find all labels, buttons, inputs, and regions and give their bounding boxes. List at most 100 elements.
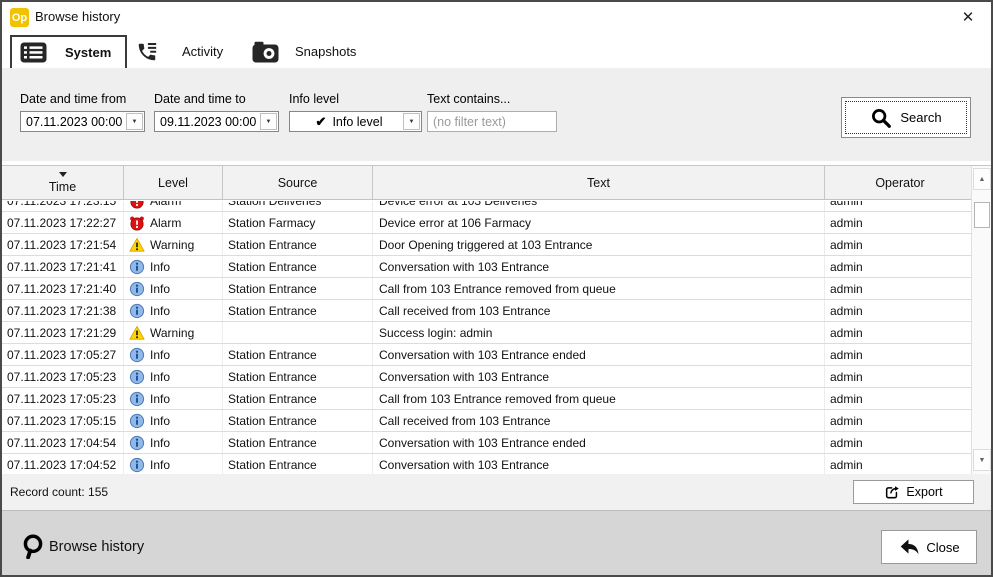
date-to-picker[interactable]: 09.11.2023 00:00 ▼: [154, 111, 279, 132]
table-header: Time Level Source Text Operator: [2, 166, 975, 200]
cell-time: 07.11.2023 17:21:29: [2, 322, 124, 343]
cell-source: Station Entrance: [223, 256, 373, 277]
table-row[interactable]: 07.11.2023 17:22:27 AlarmStation Farmacy…: [2, 212, 975, 234]
date-to-value: 09.11.2023 00:00: [155, 115, 260, 129]
cell-operator: admin: [825, 322, 975, 343]
table-row[interactable]: 07.11.2023 17:21:54 WarningStation Entra…: [2, 234, 975, 256]
info-level-value: Info level: [332, 115, 382, 129]
level-alarm-icon: [129, 215, 145, 231]
cell-text: Device error at 103 Deliveries: [373, 201, 825, 211]
cell-level: Info: [124, 300, 223, 321]
level-info-icon: [129, 413, 145, 429]
level-label: Alarm: [150, 216, 181, 230]
table-row[interactable]: 07.11.2023 17:21:40 InfoStation Entrance…: [2, 278, 975, 300]
status-strip: Record count: 155 Export: [2, 474, 991, 510]
column-header-text[interactable]: Text: [373, 166, 825, 199]
table-body-rows: 07.11.2023 17:23:15 AlarmStation Deliver…: [2, 201, 975, 474]
cell-operator: admin: [825, 278, 975, 299]
cell-source: [223, 322, 373, 343]
cell-text: Door Opening triggered at 103 Entrance: [373, 234, 825, 255]
table-row[interactable]: 07.11.2023 17:05:27 InfoStation Entrance…: [2, 344, 975, 366]
cell-time: 07.11.2023 17:23:15: [2, 201, 124, 211]
info-level-label: Info level: [289, 92, 339, 106]
info-level-select[interactable]: ✔ Info level ▼: [289, 111, 422, 132]
system-list-icon: [20, 42, 47, 63]
cell-level: Info: [124, 410, 223, 431]
cell-level: Info: [124, 366, 223, 387]
column-header-time-label: Time: [49, 180, 76, 194]
export-button[interactable]: Export: [853, 480, 974, 504]
info-level-dropdown-icon[interactable]: ▼: [403, 113, 420, 130]
scroll-up-icon[interactable]: ▲: [973, 168, 991, 190]
table-row[interactable]: 07.11.2023 17:21:38 InfoStation Entrance…: [2, 300, 975, 322]
column-header-time[interactable]: Time: [2, 166, 124, 199]
cell-operator: admin: [825, 366, 975, 387]
level-label: Warning: [150, 326, 194, 340]
tab-activity-label: Activity: [182, 44, 223, 59]
table-row[interactable]: 07.11.2023 17:05:15 InfoStation Entrance…: [2, 410, 975, 432]
vertical-scrollbar[interactable]: ▲ ▼: [971, 166, 991, 474]
browse-history-dialog: Op Browse history ✕ System Activity Snap…: [0, 0, 993, 577]
browse-history-icon: [20, 533, 46, 564]
cell-text: Conversation with 103 Entrance: [373, 366, 825, 387]
text-contains-label: Text contains...: [427, 92, 510, 106]
table-row[interactable]: 07.11.2023 17:23:15 AlarmStation Deliver…: [2, 201, 975, 212]
table-body: 07.11.2023 17:23:15 AlarmStation Deliver…: [2, 201, 975, 474]
window-close-button[interactable]: ✕: [957, 6, 979, 28]
column-header-text-label: Text: [587, 176, 610, 190]
table-row[interactable]: 07.11.2023 17:21:41 Info Station Entrance…: [2, 256, 975, 278]
record-count: Record count: 155: [10, 485, 108, 499]
column-header-level-label: Level: [158, 176, 188, 190]
cell-source: Station Entrance: [223, 234, 373, 255]
cell-source: Station Entrance: [223, 388, 373, 409]
cell-time: 07.11.2023 17:05:27: [2, 344, 124, 365]
table-row[interactable]: 07.11.2023 17:21:29 WarningSuccess login…: [2, 322, 975, 344]
column-header-operator[interactable]: Operator: [825, 166, 975, 199]
cell-time: 07.11.2023 17:05:15: [2, 410, 124, 431]
tab-activity[interactable]: Activity: [128, 35, 240, 68]
scrollbar-thumb[interactable]: [974, 202, 990, 228]
level-info-icon: [129, 281, 145, 297]
cell-level: Warning: [124, 322, 223, 343]
cell-source: Station Entrance: [223, 300, 373, 321]
search-button[interactable]: Search: [841, 97, 971, 138]
table-row[interactable]: 07.11.2023 17:05:23 InfoStation Entrance…: [2, 388, 975, 410]
cell-time: 07.11.2023 17:04:54: [2, 432, 124, 453]
tab-snapshots-label: Snapshots: [295, 44, 356, 59]
date-from-dropdown-icon[interactable]: ▼: [126, 113, 143, 130]
level-label: Info: [150, 414, 170, 428]
column-header-level[interactable]: Level: [124, 166, 223, 199]
table-row[interactable]: 07.11.2023 17:04:52 InfoStation Entrance…: [2, 454, 975, 474]
table-row[interactable]: 07.11.2023 17:05:23 InfoStation Entrance…: [2, 366, 975, 388]
cell-time: 07.11.2023 17:21:40: [2, 278, 124, 299]
level-label: Info: [150, 260, 170, 274]
level-warning-icon: [129, 325, 145, 341]
level-warning-icon: [129, 237, 145, 253]
cell-time: 07.11.2023 17:22:27: [2, 212, 124, 233]
cell-level: Alarm: [124, 201, 223, 211]
date-to-dropdown-icon[interactable]: ▼: [260, 113, 277, 130]
level-label: Info: [150, 282, 170, 296]
cell-time: 07.11.2023 17:21:41: [2, 256, 124, 277]
cell-operator: admin: [825, 344, 975, 365]
column-header-source-label: Source: [278, 176, 318, 190]
cell-text: Call from 103 Entrance removed from queu…: [373, 388, 825, 409]
scroll-down-icon[interactable]: ▼: [973, 449, 991, 471]
date-from-picker[interactable]: 07.11.2023 00:00 ▼: [20, 111, 145, 132]
text-filter-input[interactable]: [427, 111, 557, 132]
camera-icon: [252, 41, 279, 63]
cell-operator: admin: [825, 300, 975, 321]
tab-strip: System Activity Snapshots: [2, 32, 991, 68]
tab-system[interactable]: System: [10, 35, 127, 68]
level-label: Info: [150, 392, 170, 406]
tab-snapshots[interactable]: Snapshots: [246, 35, 366, 68]
column-header-source[interactable]: Source: [223, 166, 373, 199]
level-label: Info: [150, 348, 170, 362]
table-row[interactable]: 07.11.2023 17:04:54 InfoStation Entrance…: [2, 432, 975, 454]
close-button[interactable]: Close: [881, 530, 977, 564]
cell-time: 07.11.2023 17:04:52: [2, 454, 124, 474]
title-bar: Op Browse history ✕: [2, 2, 991, 32]
cell-source: Station Entrance: [223, 432, 373, 453]
level-label: Warning: [150, 238, 194, 252]
cell-level: Info: [124, 432, 223, 453]
